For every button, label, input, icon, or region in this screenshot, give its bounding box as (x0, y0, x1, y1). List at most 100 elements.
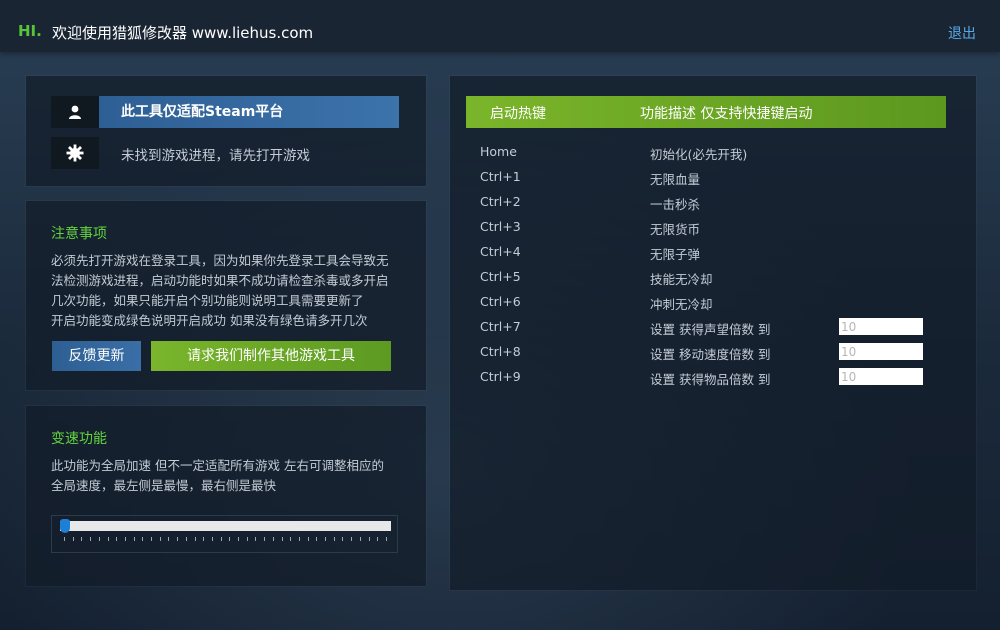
request-tool-button[interactable]: 请求我们制作其他游戏工具 (151, 341, 391, 371)
gear-icon (51, 137, 99, 169)
header-description: 功能描述 仅支持快捷键启动 (640, 106, 813, 122)
slider-tick (90, 537, 92, 541)
welcome-title: 欢迎使用猎狐修改器 www.liehus.com (52, 24, 314, 42)
hotkey-row: Ctrl+3 无限货币 (450, 219, 970, 244)
hotkey-key: Ctrl+5 (480, 269, 521, 284)
hotkey-desc: 无限货币 (650, 222, 701, 237)
slider-tick (255, 537, 257, 541)
hotkey-key: Ctrl+9 (480, 369, 521, 384)
slider-tick (342, 537, 344, 541)
slider-tick (151, 537, 153, 541)
hotkey-desc: 设置 移动速度倍数 到 (650, 347, 771, 362)
slider-tick (116, 537, 118, 541)
slider-tick (124, 537, 126, 541)
move-speed-multiplier-input[interactable] (839, 343, 923, 360)
notice-text: 必须先打开游戏在登录工具，因为如果你先登录工具会导致无 法检测游戏进程，启动功能… (51, 251, 416, 331)
title-bar: HI. 欢迎使用猎狐修改器 www.liehus.com 退出 (0, 0, 1000, 52)
slider-tick (272, 537, 274, 541)
slider-tick (81, 537, 83, 541)
hotkey-row: Ctrl+4 无限子弹 (450, 244, 970, 269)
hotkey-key: Ctrl+1 (480, 169, 521, 184)
hotkey-row: Ctrl+2 一击秒杀 (450, 194, 970, 219)
slider-tick (290, 537, 292, 541)
slider-tick (107, 537, 109, 541)
slider-tick (168, 537, 170, 541)
slider-tick (316, 537, 318, 541)
slider-tick (325, 537, 327, 541)
hotkey-desc: 设置 获得声望倍数 到 (650, 322, 771, 337)
reputation-multiplier-input[interactable] (839, 318, 923, 335)
slider-tick (307, 537, 309, 541)
slider-tick (185, 537, 187, 541)
hotkey-row: Ctrl+9 设置 获得物品倍数 到 (450, 368, 970, 394)
slider-tick (142, 537, 144, 541)
hotkey-key: Ctrl+4 (480, 244, 521, 259)
slider-tick (281, 537, 283, 541)
slider-tick (386, 537, 387, 541)
speed-title: 变速功能 (51, 431, 107, 447)
notice-line: 法检测游戏进程，启动功能时如果不成功请检查杀毒或多开启 (51, 273, 389, 288)
hotkey-key: Ctrl+6 (480, 294, 521, 309)
slider-tick (98, 537, 100, 541)
slider-tick (194, 537, 196, 541)
speed-panel: 变速功能 此功能为全局加速 但不一定适配所有游戏 左右可调整相应的 全局速度，最… (26, 406, 426, 586)
slider-tick (64, 537, 65, 541)
speed-line: 全局速度，最左侧是最慢，最右侧是最快 (51, 478, 277, 493)
logout-link[interactable]: 退出 (948, 23, 976, 43)
hotkey-key: Ctrl+8 (480, 344, 521, 359)
slider-tick (359, 537, 361, 541)
slider-tick (159, 537, 161, 541)
hotkey-key: Home (480, 144, 517, 159)
hotkey-desc: 初始化(必先开我) (650, 147, 748, 162)
slider-tick (351, 537, 353, 541)
hotkey-row: Ctrl+7 设置 获得声望倍数 到 (450, 318, 970, 344)
slider-tick (377, 537, 379, 541)
slider-tick (238, 537, 240, 541)
slider-tick (368, 537, 370, 541)
user-icon (51, 96, 99, 128)
status-panel: 此工具仅适配Steam平台 未找到游戏进程，请先打开游戏 (26, 76, 426, 186)
hotkey-row: Ctrl+1 无限血量 (450, 169, 970, 194)
notice-line: 开启功能变成绿色说明开启成功 如果没有绿色请多开几次 (51, 313, 368, 328)
slider-tick (246, 537, 248, 541)
hotkey-row: Ctrl+6 冲刺无冷却 (450, 294, 970, 319)
hotkey-desc: 设置 获得物品倍数 到 (650, 372, 771, 387)
hotkey-desc: 一击秒杀 (650, 197, 701, 212)
notice-line: 必须先打开游戏在登录工具，因为如果你先登录工具会导致无 (51, 253, 389, 268)
slider-tick (264, 537, 266, 541)
slider-track[interactable] (60, 521, 391, 531)
hotkey-desc: 无限子弹 (650, 247, 701, 262)
slider-tick (177, 537, 179, 541)
notice-panel: 注意事项 必须先打开游戏在登录工具，因为如果你先登录工具会导致无 法检测游戏进程… (26, 201, 426, 390)
speed-line: 此功能为全局加速 但不一定适配所有游戏 左右可调整相应的 (51, 458, 384, 473)
slider-tick (72, 537, 74, 541)
hotkey-desc: 技能无冷却 (650, 272, 713, 287)
header-hotkey: 启动热键 (490, 106, 546, 122)
slider-tick (203, 537, 205, 541)
notice-line: 几次功能，如果只能开启个别功能则说明工具需要更新了 (51, 293, 364, 308)
process-status: 未找到游戏进程，请先打开游戏 (121, 148, 310, 164)
hotkey-desc: 无限血量 (650, 172, 701, 187)
hotkey-key: Ctrl+3 (480, 219, 521, 234)
hotkey-row: Ctrl+5 技能无冷却 (450, 269, 970, 294)
notice-title: 注意事项 (51, 226, 107, 242)
slider-tick (133, 537, 135, 541)
hotkey-header: 启动热键 功能描述 仅支持快捷键启动 (466, 96, 946, 128)
hotkey-key: Ctrl+7 (480, 319, 521, 334)
slider-handle[interactable] (60, 519, 70, 533)
slider-tick (298, 537, 300, 541)
hotkey-key: Ctrl+2 (480, 194, 521, 209)
slider-tick (220, 537, 222, 541)
slider-tick (229, 537, 231, 541)
greeting-hi: HI. (18, 22, 42, 40)
speed-text: 此功能为全局加速 但不一定适配所有游戏 左右可调整相应的 全局速度，最左侧是最慢… (51, 456, 416, 496)
hotkey-row: Home 初始化(必先开我) (450, 144, 970, 169)
slider-tick (333, 537, 335, 541)
hotkey-desc: 冲刺无冷却 (650, 297, 713, 312)
hotkey-panel: 启动热键 功能描述 仅支持快捷键启动 Home 初始化(必先开我) Ctrl+1… (450, 76, 976, 590)
speed-slider[interactable] (51, 515, 398, 553)
item-multiplier-input[interactable] (839, 368, 923, 385)
platform-notice: 此工具仅适配Steam平台 (99, 96, 399, 128)
feedback-button[interactable]: 反馈更新 (52, 341, 141, 371)
slider-tick (211, 537, 213, 541)
